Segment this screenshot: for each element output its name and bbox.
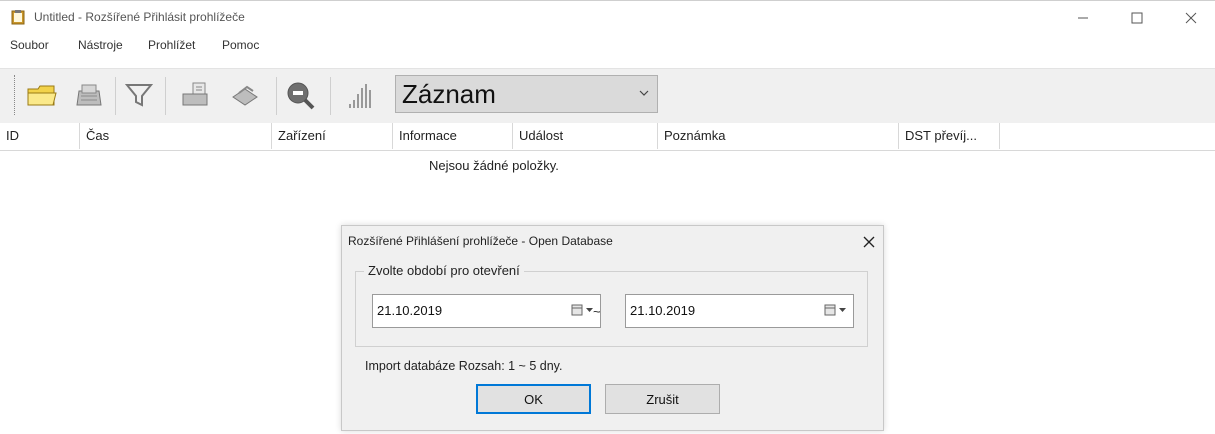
window-title: Untitled - Rozšířené Přihlásit prohlížeč… [34,10,245,24]
column-cas[interactable]: Čas [80,123,272,149]
close-icon [863,236,875,248]
close-icon [1185,12,1197,24]
chevron-down-icon [839,308,846,312]
zoom-icon [287,82,315,110]
open-folder-icon [27,85,57,106]
toolbar: Záznam [0,68,1215,123]
print-button[interactable] [228,75,262,115]
date-from-value: 21.10.2019 [377,303,443,318]
menu-soubor[interactable]: Soubor [10,38,49,52]
menu-prohlizet[interactable]: Prohlížet [148,38,195,52]
signal-button[interactable] [343,75,377,115]
dialog-close-button[interactable] [863,230,875,253]
column-udalost[interactable]: Událost [513,123,658,149]
column-informace[interactable]: Informace [393,123,513,149]
view-mode-value: Záznam [402,79,496,109]
zoom-button[interactable] [284,75,318,115]
view-mode-select[interactable]: Záznam [395,75,658,113]
signal-bars-icon [349,84,371,108]
database-button[interactable] [72,75,106,115]
date-to-dropdown[interactable] [824,304,847,316]
cancel-button[interactable]: Zrušit [605,384,720,414]
column-zarizeni[interactable]: Zařízení [272,123,393,149]
clipboard-app-icon [11,10,25,25]
print-icon [232,85,258,106]
print-preview-button[interactable] [178,75,212,115]
database-icon [76,84,102,106]
period-group-label: Zvolte období pro otevření [364,263,524,278]
menu-nastroje[interactable]: Nástroje [78,38,123,52]
maximize-icon [1131,12,1143,24]
date-from-dropdown[interactable] [571,304,594,316]
ok-button[interactable]: OK [476,384,591,414]
column-dst[interactable]: DST převíj... [899,123,1000,149]
open-database-dialog: Rozšířené Přihlášení prohlížeče - Open D… [341,225,884,431]
empty-list-message: Nejsou žádné položky. [429,158,559,173]
toolbar-separator [276,77,277,115]
open-button[interactable] [25,75,59,115]
print-preview-icon [182,82,208,106]
calendar-icon [824,304,836,316]
date-from-picker[interactable]: 21.10.2019 [372,294,601,328]
column-id[interactable]: ID [0,123,80,149]
column-poznamka[interactable]: Poznámka [658,123,899,149]
toolbar-separator [115,77,116,115]
toolbar-grip[interactable] [14,75,18,115]
dialog-title: Rozšířené Přihlášení prohlížeče - Open D… [348,234,613,248]
date-range-separator: ~ [593,304,601,319]
minimize-button[interactable] [1060,1,1106,35]
date-to-value: 21.10.2019 [630,303,696,318]
title-bar: Untitled - Rozšířené Přihlásit prohlížeč… [0,1,1215,35]
date-to-picker[interactable]: 21.10.2019 [625,294,854,328]
toolbar-separator [165,77,166,115]
list-header: ID Čas Zařízení Informace Událost Poznám… [0,123,1215,151]
toolbar-separator [330,77,331,115]
chevron-down-icon [639,90,649,96]
main-window: Untitled - Rozšířené Přihlásit prohlížeč… [0,0,1215,434]
import-range-info: Import databáze Rozsah: 1 ~ 5 dny. [365,359,563,373]
calendar-icon [571,304,583,316]
close-button[interactable] [1168,1,1214,35]
maximize-button[interactable] [1114,1,1160,35]
filter-icon [124,84,154,107]
menu-pomoc[interactable]: Pomoc [222,38,259,52]
menu-bar: Soubor Nástroje Prohlížet Pomoc [0,35,1215,57]
minimize-icon [1078,17,1088,19]
filter-button[interactable] [122,75,156,115]
